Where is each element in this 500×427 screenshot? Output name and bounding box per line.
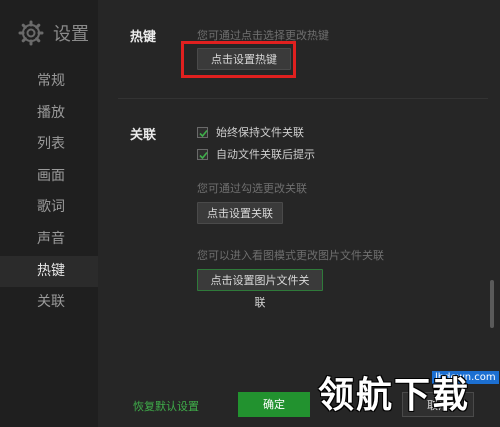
auto-association-prompt-label: 自动文件关联后提示 — [216, 148, 315, 161]
ok-button[interactable]: 确定 — [238, 392, 310, 417]
sidebar-item-video[interactable]: 画面 — [0, 161, 98, 193]
set-association-button[interactable]: 点击设置关联 — [197, 202, 283, 224]
sidebar-item-hotkeys[interactable]: 热键 — [0, 255, 98, 288]
sidebar-title: 设置 — [53, 24, 89, 45]
auto-association-prompt-option[interactable]: 自动文件关联后提示 — [197, 146, 315, 162]
watermark-text: 领航下载 — [318, 375, 471, 416]
set-image-association-button[interactable]: 点击设置图片文件关联 — [197, 269, 323, 309]
restore-defaults-link[interactable]: 恢复默认设置 — [133, 398, 199, 414]
set-hotkey-button[interactable]: 点击设置热键 — [197, 48, 291, 70]
image-association-hint: 您可以进入看图模式更改图片文件关联 — [197, 249, 384, 262]
association-hint: 您可通过勾选更改关联 — [197, 182, 307, 195]
sidebar-item-audio[interactable]: 声音 — [0, 224, 98, 256]
sidebar-header: 设置 — [18, 20, 89, 46]
settings-sidebar: 设置 常规 播放 列表 画面 歌词 声音 热键 关联 — [0, 0, 98, 427]
always-keep-association-option[interactable]: 始终保持文件关联 — [197, 124, 304, 140]
section-divider — [118, 98, 488, 99]
sidebar-item-general[interactable]: 常规 — [0, 66, 98, 98]
sidebar-nav: 常规 播放 列表 画面 歌词 声音 热键 关联 — [0, 66, 98, 319]
association-section-title: 关联 — [130, 128, 157, 143]
checkbox-checked-icon[interactable] — [197, 148, 208, 160]
sidebar-item-playlist[interactable]: 列表 — [0, 129, 98, 161]
always-keep-association-label: 始终保持文件关联 — [216, 126, 304, 139]
sidebar-item-playback[interactable]: 播放 — [0, 98, 98, 130]
sidebar-item-associations[interactable]: 关联 — [0, 287, 98, 319]
gear-icon — [18, 20, 44, 46]
checkbox-checked-icon[interactable] — [197, 126, 208, 138]
hotkey-section-title: 热键 — [130, 30, 157, 45]
scrollbar-thumb[interactable] — [490, 280, 494, 328]
sidebar-item-lyrics[interactable]: 歌词 — [0, 192, 98, 224]
